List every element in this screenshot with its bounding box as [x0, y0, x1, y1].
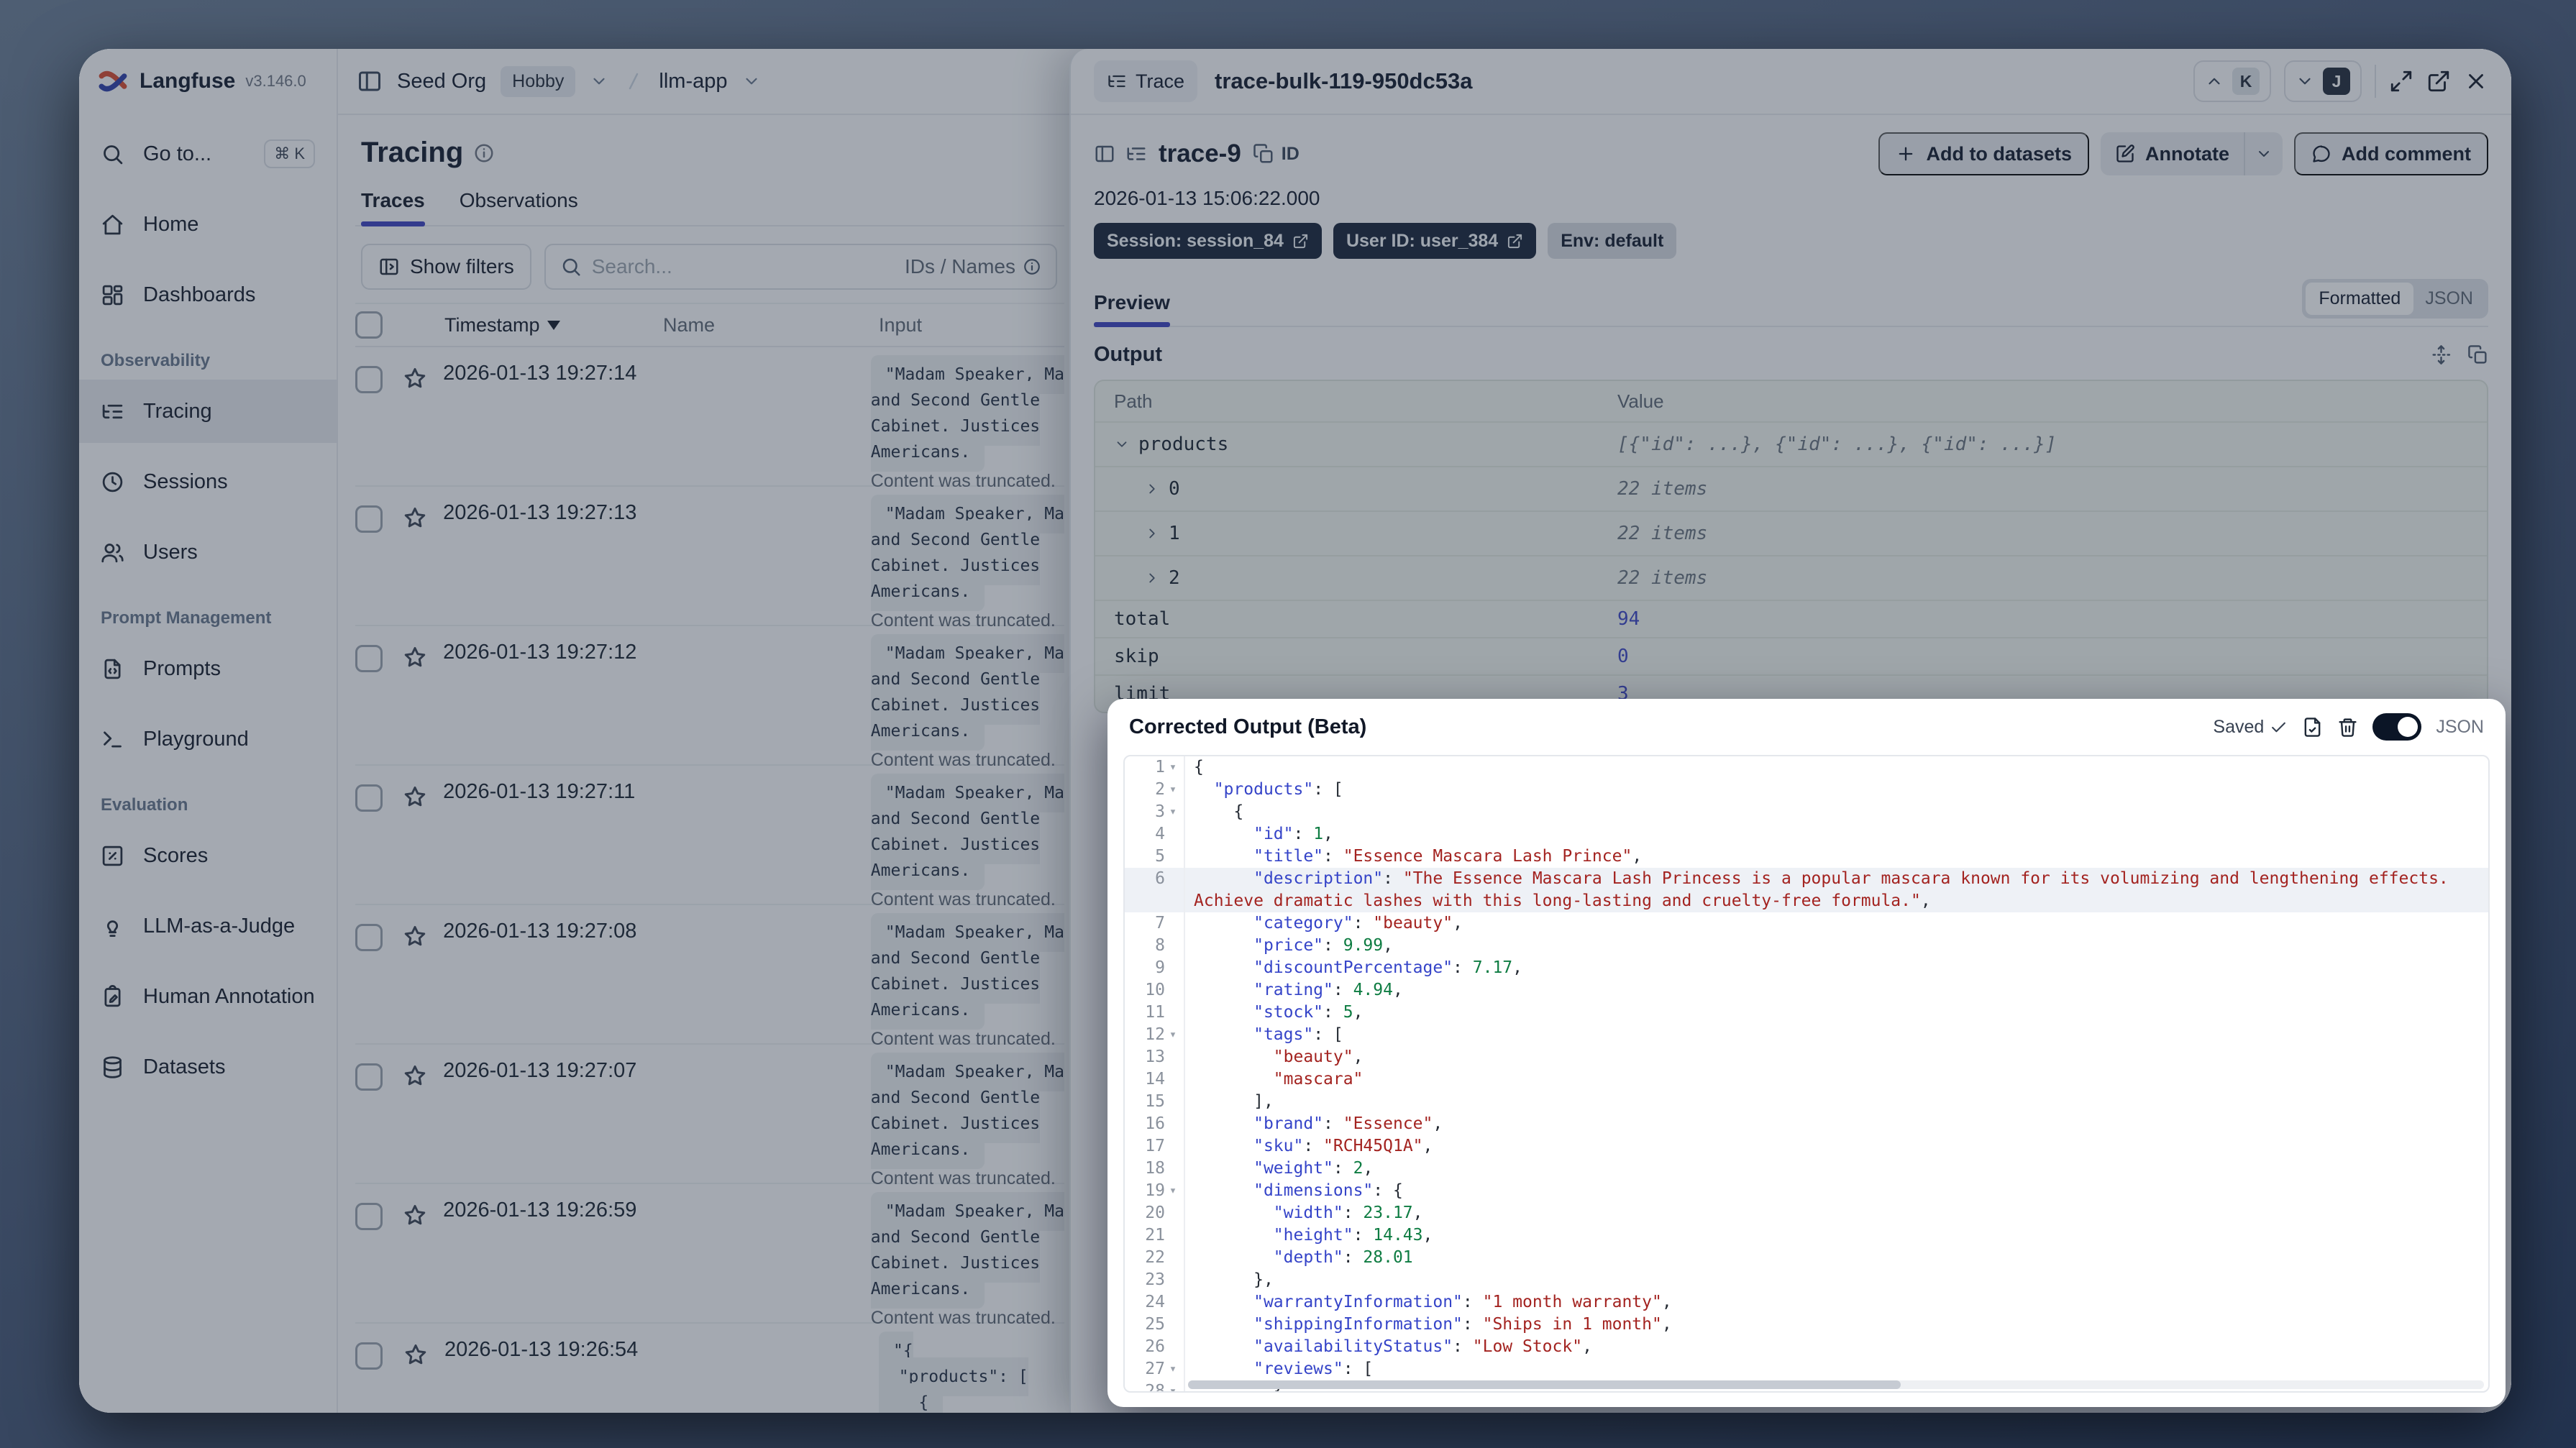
- editor-line-13: 13 "beauty",: [1125, 1046, 2488, 1068]
- editor-line-4: 4 "id": 1,: [1125, 823, 2488, 846]
- editor-gutter: 15: [1125, 1091, 1185, 1113]
- corrected-output-title: Corrected Output (Beta): [1129, 715, 1367, 738]
- editor-line-12: 12 ▾ "tags": [: [1125, 1024, 2488, 1046]
- fold-icon[interactable]: ▾: [1165, 779, 1181, 801]
- editor-line-9: 9 "discountPercentage": 7.17,: [1125, 957, 2488, 979]
- editor-gutter: 2 ▾: [1125, 779, 1185, 801]
- editor-gutter: 17: [1125, 1135, 1185, 1158]
- editor-line-16: 16 "brand": "Essence",: [1125, 1113, 2488, 1135]
- editor-gutter: 19 ▾: [1125, 1180, 1185, 1202]
- trash-icon[interactable]: [2337, 717, 2358, 738]
- editor-line-18: 18 "weight": 2,: [1125, 1158, 2488, 1180]
- editor-gutter: 21: [1125, 1224, 1185, 1247]
- editor-gutter: 28 ▾: [1125, 1380, 1185, 1391]
- fold-icon[interactable]: ▾: [1165, 756, 1181, 779]
- editor-line-14: 14 "mascara": [1125, 1068, 2488, 1091]
- editor-gutter: 13: [1125, 1046, 1185, 1068]
- editor-gutter: 23: [1125, 1269, 1185, 1291]
- check-icon: [2270, 718, 2288, 736]
- editor-gutter: 24: [1125, 1291, 1185, 1314]
- json-toggle-label: JSON: [2436, 716, 2484, 737]
- editor-lines: 1 ▾{2 ▾ "products": [3 ▾ {4 "id": 1, 5 "titl…: [1125, 756, 2488, 1391]
- editor-gutter: 9: [1125, 957, 1185, 979]
- editor-line-23: 23 },: [1125, 1269, 2488, 1291]
- editor-gutter: 18: [1125, 1158, 1185, 1180]
- saved-status: Saved: [2213, 717, 2288, 738]
- editor-line-17: 17 "sku": "RCH45Q1A",: [1125, 1135, 2488, 1158]
- editor-gutter: 27 ▾: [1125, 1358, 1185, 1380]
- editor-line-20: 20 "width": 23.17,: [1125, 1202, 2488, 1224]
- editor-gutter: 8: [1125, 935, 1185, 957]
- editor-line-15: 15 ],: [1125, 1091, 2488, 1113]
- editor-gutter: 22: [1125, 1247, 1185, 1269]
- editor-line-6: 6 "description": "The Essence Mascara La…: [1125, 868, 2488, 912]
- editor-gutter: 20: [1125, 1202, 1185, 1224]
- editor-line-1: 1 ▾{: [1125, 756, 2488, 779]
- toggle-knob: [2398, 717, 2419, 737]
- editor-line-5: 5 "title": "Essence Mascara Lash Prince"…: [1125, 846, 2488, 868]
- editor-line-22: 22 "depth": 28.01: [1125, 1247, 2488, 1269]
- scrollbar-thumb[interactable]: [1188, 1380, 1901, 1389]
- editor-line-10: 10 "rating": 4.94,: [1125, 979, 2488, 1002]
- editor-gutter: 1 ▾: [1125, 756, 1185, 779]
- editor-gutter: 26: [1125, 1336, 1185, 1358]
- fold-icon[interactable]: ▾: [1165, 1380, 1181, 1391]
- editor-gutter: 3 ▾: [1125, 801, 1185, 823]
- corrected-output-card: Corrected Output (Beta) Saved JSON 1 ▾{2 ▾…: [1107, 699, 2506, 1407]
- editor-line-3: 3 ▾ {: [1125, 801, 2488, 823]
- editor-line-7: 7 "category": "beauty",: [1125, 912, 2488, 935]
- editor-gutter: 14: [1125, 1068, 1185, 1091]
- save-file-icon[interactable]: [2302, 717, 2323, 738]
- editor-line-24: 24 "warrantyInformation": "1 month warra…: [1125, 1291, 2488, 1314]
- corrected-output-header: Corrected Output (Beta) Saved JSON: [1107, 699, 2506, 755]
- editor-gutter: 5: [1125, 846, 1185, 868]
- json-editor[interactable]: 1 ▾{2 ▾ "products": [3 ▾ {4 "id": 1, 5 "titl…: [1123, 755, 2490, 1393]
- editor-gutter: 12 ▾: [1125, 1024, 1185, 1046]
- editor-gutter: 4: [1125, 823, 1185, 846]
- editor-line-8: 8 "price": 9.99,: [1125, 935, 2488, 957]
- editor-line-25: 25 "shippingInformation": "Ships in 1 mo…: [1125, 1314, 2488, 1336]
- editor-line-26: 26 "availabilityStatus": "Low Stock",: [1125, 1336, 2488, 1358]
- editor-line-2: 2 ▾ "products": [: [1125, 779, 2488, 801]
- editor-gutter: 11: [1125, 1002, 1185, 1024]
- editor-gutter: 7: [1125, 912, 1185, 935]
- editor-line-27: 27 ▾ "reviews": [: [1125, 1358, 2488, 1380]
- editor-gutter: 10: [1125, 979, 1185, 1002]
- json-toggle[interactable]: [2372, 713, 2422, 741]
- editor-gutter: 25: [1125, 1314, 1185, 1336]
- editor-gutter: 6: [1125, 868, 1185, 912]
- fold-icon[interactable]: ▾: [1165, 1024, 1181, 1046]
- fold-icon[interactable]: ▾: [1165, 801, 1181, 823]
- editor-line-21: 21 "height": 14.43,: [1125, 1224, 2488, 1247]
- app-window: Langfuse v3.146.0 Go to... ⌘ K Home Dashboa…: [79, 49, 2511, 1413]
- editor-line-11: 11 "stock": 5,: [1125, 1002, 2488, 1024]
- fold-icon[interactable]: ▾: [1165, 1180, 1181, 1202]
- editor-line-19: 19 ▾ "dimensions": {: [1125, 1180, 2488, 1202]
- horizontal-scrollbar[interactable]: [1188, 1380, 2484, 1389]
- editor-gutter: 16: [1125, 1113, 1185, 1135]
- saved-label: Saved: [2213, 716, 2265, 737]
- fold-icon[interactable]: ▾: [1165, 1358, 1181, 1380]
